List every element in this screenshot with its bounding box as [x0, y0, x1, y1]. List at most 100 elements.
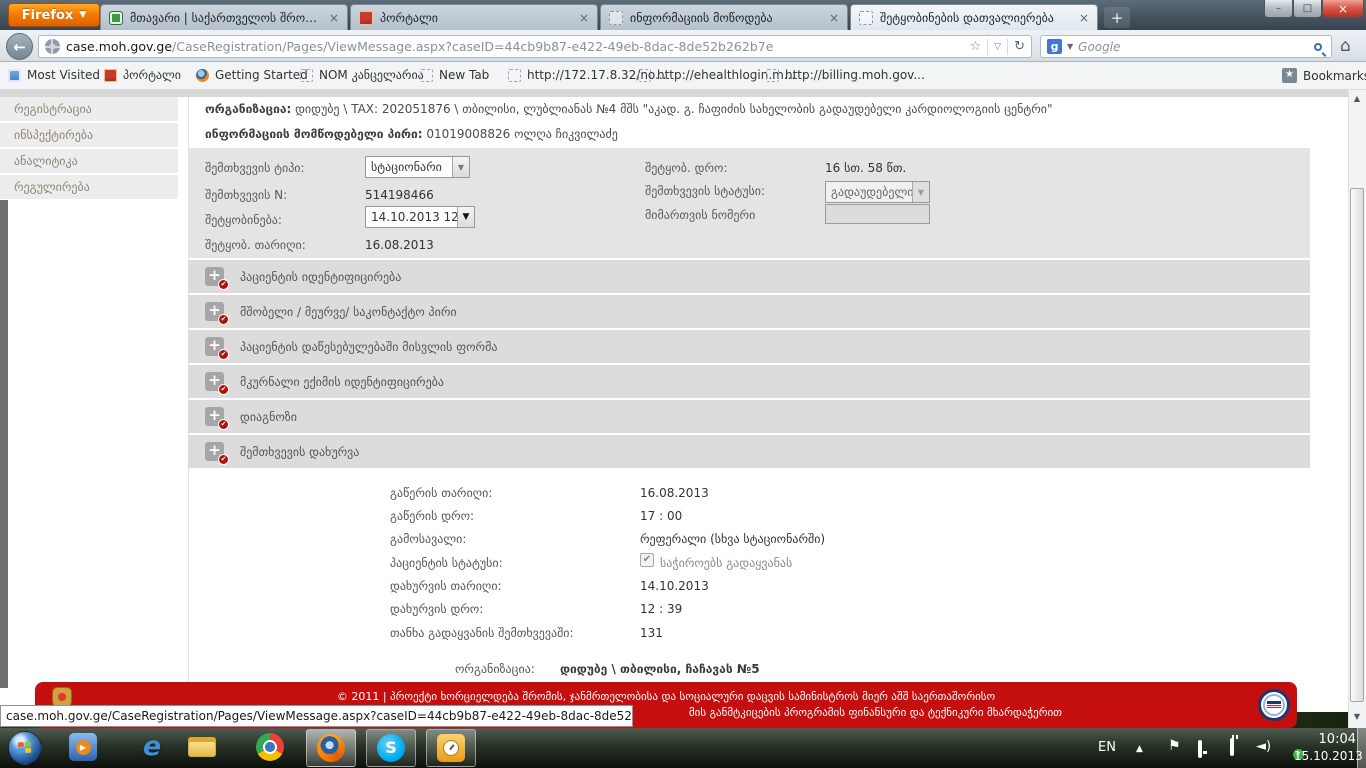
notification-date-value: 16.08.2013	[365, 238, 434, 252]
tab-information[interactable]: ინფორმაციის მოწოდება ×	[600, 4, 848, 30]
section-arrival-form[interactable]: +✔ პაციენტის დაწესებულებაში მისვლის ფორმ…	[188, 330, 1310, 363]
bookmark-nom[interactable]: NOM კანცელარია	[300, 68, 424, 82]
moh-favicon	[109, 11, 123, 25]
show-desktop-button[interactable]	[1357, 728, 1366, 768]
chevron-down-icon[interactable]: ▼	[1067, 42, 1073, 51]
bookmark-label: პორტალი	[123, 68, 181, 82]
bookmarks-star-icon: ★	[1282, 68, 1297, 83]
internet-explorer-icon[interactable]: e	[138, 733, 166, 761]
referral-number-input[interactable]	[825, 204, 930, 224]
scrollbar-thumb[interactable]	[1350, 188, 1364, 702]
sidebar-item-inspection[interactable]: ინსპექტირება	[0, 123, 178, 147]
reload-icon[interactable]: ↻	[1014, 39, 1025, 54]
case-type-select[interactable]: სტაციონარი ▼	[365, 156, 470, 178]
close-icon[interactable]: ×	[1079, 11, 1089, 25]
case-type-value: სტაციონარი	[366, 160, 452, 174]
section-parent-guardian[interactable]: +✔ მშობელი / მეურვე/ საკონტაქტო პირი	[188, 295, 1310, 328]
scroll-down-icon[interactable]: ▼	[1352, 712, 1362, 721]
section-case-closure[interactable]: +✔ შემთხვევის დახურვა	[188, 435, 1310, 468]
tab-view-message-active[interactable]: შეტყობინების დათვალიერება ×	[850, 4, 1098, 30]
bookmark-star-icon[interactable]: ☆	[970, 39, 982, 54]
discharge-date-value: 16.08.2013	[640, 486, 709, 500]
case-status-select[interactable]: გადაუდებელი ▼	[825, 181, 930, 203]
notification-date-label: შეტყობ. თარიღი:	[205, 238, 306, 252]
file-explorer-icon[interactable]	[188, 737, 216, 757]
bookmark-getting-started[interactable]: Getting Started	[196, 68, 308, 82]
system-clock[interactable]: 10:04 15.10.2013	[1294, 731, 1356, 767]
plus-icon[interactable]: +✔	[205, 267, 224, 286]
organization-header: ორგანიზაცია: დიდუბე \ TAX: 202051876 \ თ…	[205, 102, 1053, 116]
section-diagnosis[interactable]: +✔ დიაგნოზი	[188, 400, 1310, 433]
firefox-icon	[317, 734, 345, 762]
back-button[interactable]: ←	[6, 33, 33, 60]
history-dropdown-icon[interactable]: ▽	[994, 42, 1001, 52]
bookmark-new-tab[interactable]: New Tab	[420, 68, 489, 82]
default-bookmark-icon	[420, 69, 433, 82]
firefox-menu-label: Firefox	[22, 8, 74, 23]
section-doctor-identification[interactable]: +✔ მკურნალი ექიმის იდენტიფიცირება	[188, 365, 1310, 398]
page-left-strip	[0, 200, 8, 688]
scroll-up-icon[interactable]: ▲	[1352, 94, 1362, 103]
bookmark-most-visited[interactable]: Most Visited	[8, 68, 100, 82]
plus-icon[interactable]: +✔	[205, 372, 224, 391]
referral-number-label: მიმართვის ნომერი	[645, 208, 755, 222]
sidebar-item-analytics[interactable]: ანალიტიკა	[0, 149, 178, 173]
sidebar-item-registration[interactable]: რეგისტრაცია	[0, 97, 178, 121]
close-icon[interactable]: ×	[579, 11, 589, 25]
bookmarks-panel-button[interactable]: ★ Bookmarks	[1282, 68, 1366, 83]
skype-icon: S	[377, 734, 405, 762]
plus-icon[interactable]: +✔	[205, 442, 224, 461]
minimize-button[interactable]: –	[1264, 0, 1293, 18]
plus-icon[interactable]: +✔	[205, 302, 224, 321]
georgia-emblem-icon	[104, 69, 117, 82]
notification-select[interactable]: 14.10.2013 12:39 ▼	[365, 206, 475, 228]
close-window-button[interactable]: ×	[1322, 0, 1364, 18]
provider-value: 01019008826 ოლღა ჩიკვილაძე	[426, 127, 618, 141]
patient-status-checkbox[interactable]: ✔	[640, 553, 654, 567]
section-patient-identification[interactable]: +✔ პაციენტის იდენტიფიცირება	[188, 260, 1310, 293]
bookmark-portal[interactable]: პორტალი	[104, 68, 181, 82]
search-icon[interactable]	[1314, 43, 1322, 51]
page-top-strip	[0, 90, 1348, 97]
chrome-icon[interactable]	[256, 733, 284, 761]
media-player-icon[interactable]: ▶	[69, 733, 97, 761]
chevron-down-icon[interactable]: ▼	[452, 157, 469, 177]
home-icon[interactable]: ⌂	[1340, 36, 1351, 56]
transfer-amount-value: 131	[640, 626, 663, 640]
bottom-organization-value: დიდუბე \ თბილისი, ჩაჩავას №5	[560, 662, 760, 676]
case-number-label: შემთხვევის N:	[205, 188, 287, 202]
action-center-flag-icon[interactable]: ⚑	[1168, 738, 1181, 754]
bookmark-billing[interactable]: http://billing.moh.gov...	[766, 68, 925, 82]
search-input[interactable]	[1078, 40, 1309, 54]
firefox-icon	[196, 69, 209, 82]
language-indicator[interactable]: EN	[1098, 740, 1116, 755]
volume-icon[interactable]: ◄)	[1256, 739, 1271, 754]
network-icon[interactable]	[1198, 742, 1202, 756]
restore-button[interactable]: □	[1293, 0, 1322, 18]
url-bar[interactable]: case.moh.gov.ge/CaseRegistration/Pages/V…	[38, 35, 1032, 58]
plus-icon[interactable]: +✔	[205, 407, 224, 426]
usaid-logo	[1258, 689, 1290, 721]
patient-status-label: პაციენტის სტატუსი:	[390, 556, 503, 570]
firefox-menu-button[interactable]: Firefox ▼	[8, 3, 100, 27]
firefox-taskbar-button[interactable]	[306, 729, 356, 767]
skype-taskbar-button[interactable]: S	[366, 729, 416, 767]
url-text: case.moh.gov.ge/CaseRegistration/Pages/V…	[66, 39, 964, 54]
outlook-taskbar-button[interactable]	[426, 729, 476, 767]
discharge-date-label: გაწერის თარიღი:	[390, 486, 492, 500]
hidden-icons-arrow[interactable]: ▲	[1136, 744, 1143, 754]
tab-home[interactable]: მთავარი | საქართველოს შრომის, ... ×	[100, 4, 348, 30]
default-favicon	[609, 11, 623, 25]
closure-date-value: 14.10.2013	[640, 579, 709, 593]
plus-icon[interactable]: +✔	[205, 337, 224, 356]
chevron-down-icon[interactable]: ▼	[457, 207, 474, 227]
close-icon[interactable]: ×	[329, 11, 339, 25]
search-box[interactable]: g ▼	[1040, 35, 1332, 58]
new-tab-button[interactable]: +	[1104, 7, 1130, 28]
close-icon[interactable]: ×	[829, 11, 839, 25]
start-button[interactable]	[8, 731, 42, 765]
tab-portal[interactable]: პორტალი ×	[350, 4, 598, 30]
sidebar-item-regulation[interactable]: რეგულირება	[0, 175, 178, 199]
closure-date-label: დახურვის თარიღი:	[390, 579, 502, 593]
power-plug-icon[interactable]	[1230, 740, 1234, 754]
